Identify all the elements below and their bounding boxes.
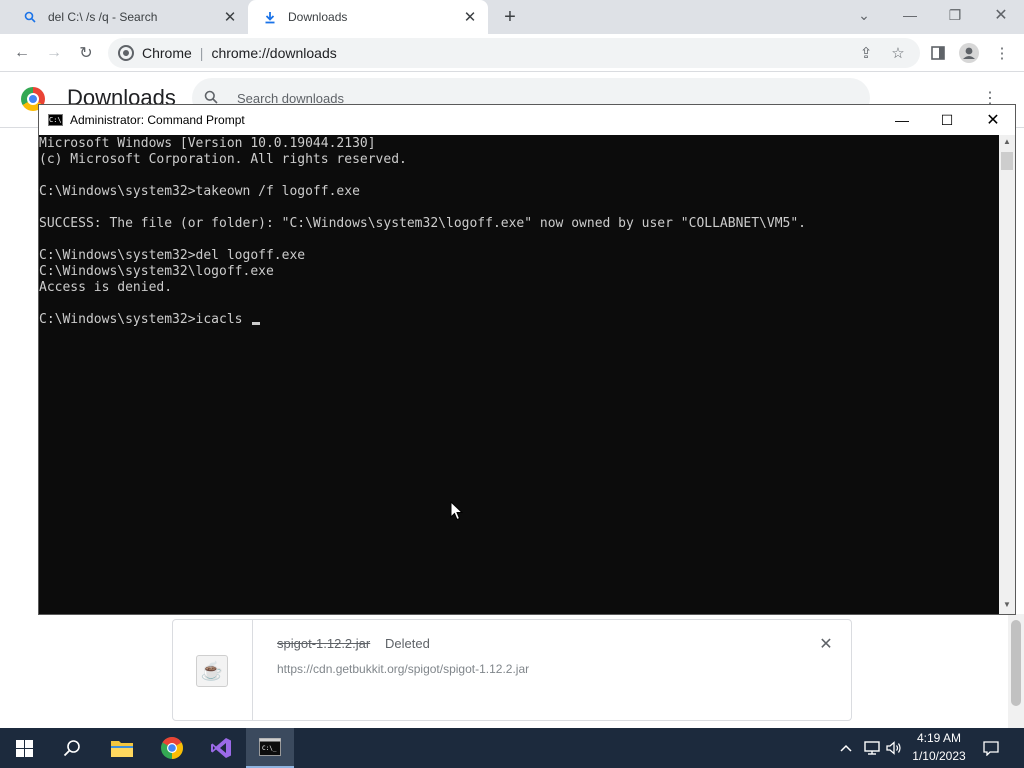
side-panel-icon[interactable] — [925, 40, 951, 66]
clock-date[interactable]: 1/10/2023 — [910, 749, 968, 763]
url-text: chrome://downloads — [211, 45, 337, 61]
search-icon[interactable] — [48, 728, 96, 768]
scroll-up-arrow-icon[interactable]: ▲ — [999, 137, 1015, 149]
back-icon[interactable]: ← — [9, 40, 35, 66]
menu-icon[interactable]: ⋮ — [989, 40, 1015, 66]
console-output[interactable]: Microsoft Windows [Version 10.0.19044.21… — [39, 135, 999, 614]
console-line: Access is denied. — [39, 280, 173, 295]
cmd-close-icon[interactable]: ✕ — [970, 105, 1016, 135]
close-window-icon[interactable]: ✕ — [987, 2, 1015, 28]
svg-text:C:\_: C:\_ — [262, 745, 277, 752]
reload-icon[interactable]: ↻ — [73, 40, 99, 66]
remove-download-icon[interactable]: ✕ — [816, 634, 836, 654]
mouse-pointer-icon — [450, 501, 464, 521]
notifications-icon[interactable] — [978, 728, 1004, 768]
close-icon[interactable]: ✕ — [460, 7, 480, 27]
profile-avatar-icon[interactable] — [956, 40, 982, 66]
start-icon[interactable] — [0, 728, 48, 768]
chrome-page-icon — [118, 45, 134, 61]
cmd-minimize-icon[interactable]: — — [879, 105, 925, 135]
java-file-icon: ☕ — [196, 655, 228, 687]
console-line: (c) Microsoft Corporation. All rights re… — [39, 152, 407, 167]
restore-icon[interactable]: ❐ — [941, 2, 969, 28]
share-icon[interactable]: ⇪ — [853, 40, 879, 66]
command-prompt-icon[interactable]: C:\_ — [246, 728, 294, 768]
network-icon[interactable] — [862, 728, 882, 768]
console-line: C:\Windows\system32>del logoff.exe — [39, 248, 306, 263]
console-text: Microsoft Windows [Version 10.0.19044.21… — [39, 136, 999, 328]
show-hidden-icons-chevron-icon[interactable] — [838, 728, 854, 768]
cmd-title-bar[interactable]: C:\ Administrator: Command Prompt — [39, 105, 1015, 135]
download-status: Deleted — [385, 636, 430, 651]
volume-icon[interactable] — [884, 728, 904, 768]
console-prompt-line[interactable]: C:\Windows\system32>icacls — [39, 312, 999, 328]
tab-downloads[interactable]: Downloads ✕ — [248, 0, 488, 34]
console-line: Microsoft Windows [Version 10.0.19044.21… — [39, 136, 376, 151]
window-title: Administrator: Command Prompt — [70, 113, 245, 127]
new-tab-button[interactable]: + — [498, 5, 522, 29]
tab-label: Downloads — [288, 10, 348, 24]
chrome-icon[interactable] — [148, 728, 196, 768]
separator: | — [199, 45, 204, 61]
bookmark-star-icon[interactable]: ☆ — [885, 40, 911, 66]
console-line: C:\Windows\system32\logoff.exe — [39, 264, 274, 279]
forward-icon[interactable]: → — [41, 40, 67, 66]
tab-search-chevron-icon[interactable]: ⌄ — [850, 2, 878, 28]
text-cursor — [252, 322, 261, 325]
close-icon[interactable]: ✕ — [220, 7, 240, 27]
cmd-maximize-icon[interactable]: ☐ — [924, 105, 970, 135]
page-scrollbar-thumb[interactable] — [1011, 620, 1021, 706]
file-explorer-icon[interactable] — [98, 728, 146, 768]
console-scrollbar-thumb[interactable] — [1001, 152, 1013, 170]
search-icon — [22, 9, 38, 25]
console-line: C:\Windows\system32>takeown /f logoff.ex… — [39, 184, 360, 199]
scroll-down-arrow-icon[interactable]: ▼ — [999, 600, 1015, 612]
prompt-text: C:\Windows\system32>icacls — [39, 312, 251, 327]
download-icon — [262, 9, 278, 25]
download-url[interactable]: https://cdn.getbukkit.org/spigot/spigot-… — [277, 662, 529, 676]
visual-studio-icon[interactable] — [197, 728, 245, 768]
site-label: Chrome — [142, 45, 192, 61]
tab-label: del C:\ /s /q - Search — [48, 10, 158, 24]
minimize-icon[interactable]: — — [896, 2, 924, 28]
clock-time[interactable]: 4:19 AM — [914, 731, 964, 745]
console-line: SUCCESS: The file (or folder): "C:\Windo… — [39, 216, 807, 231]
tab-search[interactable]: del C:\ /s /q - Search ✕ — [8, 0, 248, 34]
download-filename[interactable]: spigot-1.12.2.jar — [277, 636, 370, 651]
address-bar[interactable]: Chrome | chrome://downloads — [108, 38, 920, 68]
console-scrollbar[interactable] — [999, 135, 1015, 614]
command-prompt-icon: C:\ — [48, 114, 63, 126]
